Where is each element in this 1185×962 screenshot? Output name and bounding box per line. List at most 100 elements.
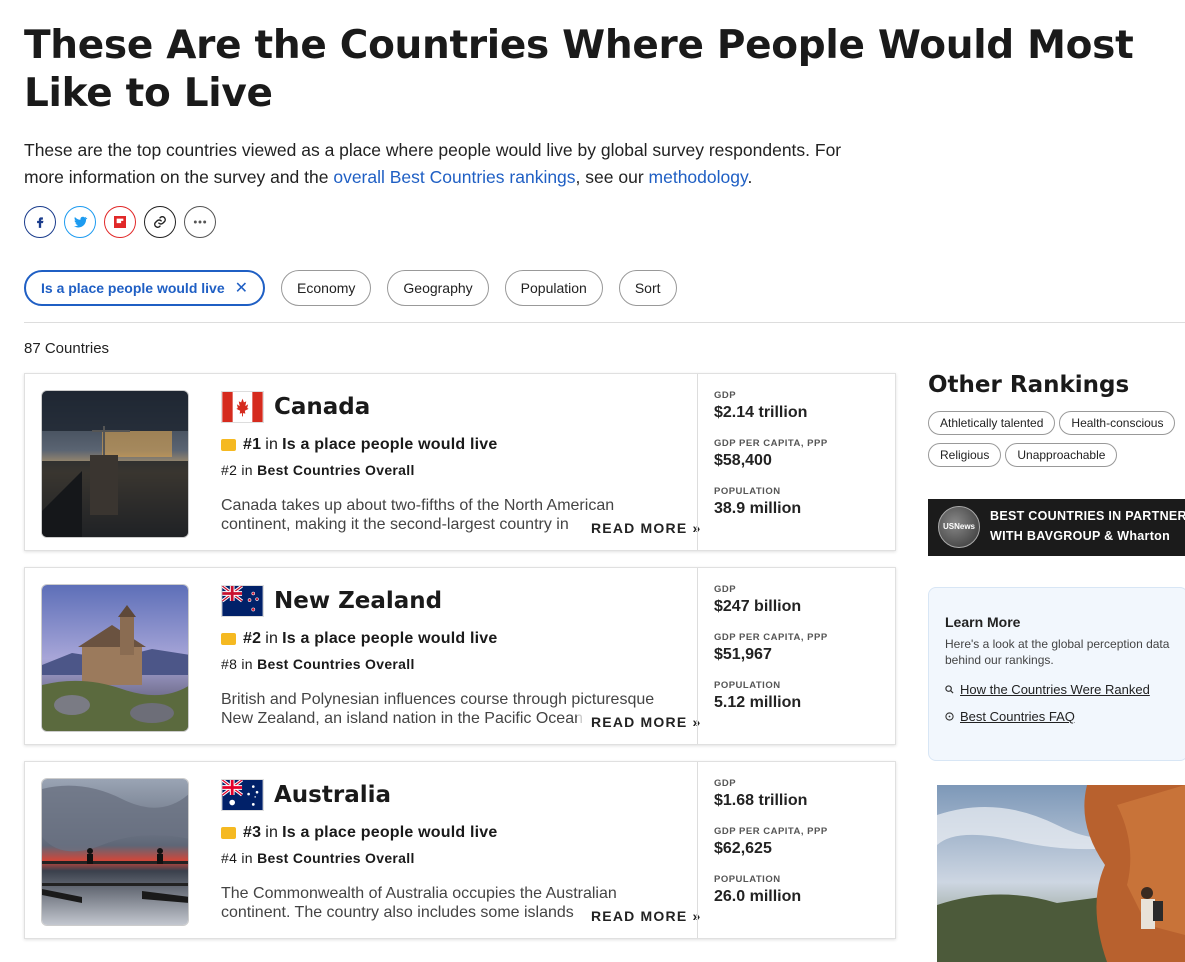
country-photo[interactable]	[41, 390, 189, 538]
faq-link[interactable]: Best Countries FAQ	[945, 709, 1171, 724]
overall-rank-number: #8	[221, 656, 238, 672]
banner-line-1: BEST COUNTRIES IN PARTNERSHIP	[990, 509, 1185, 523]
filter-bar: Is a place people would live ✕ Economy Ge…	[24, 270, 677, 306]
gdp-per-capita-label: GDP PER CAPITA, PPP	[714, 632, 828, 643]
divider	[24, 322, 1185, 323]
learn-more-title: Learn More	[945, 614, 1021, 630]
other-rankings-list: Athletically talented Health-conscious R…	[928, 411, 1185, 467]
country-stats: GDP $247 billion GDP PER CAPITA, PPP $51…	[697, 568, 896, 744]
rank-number: #3	[243, 824, 262, 841]
country-card: Canada #1 in Is a place people would liv…	[24, 373, 896, 551]
facebook-share-button[interactable]	[24, 206, 56, 238]
population-label: POPULATION	[714, 680, 781, 691]
overall-rank-label: Best Countries Overall	[257, 850, 415, 866]
help-icon	[945, 712, 954, 721]
overall-rank: #4 in Best Countries Overall	[221, 850, 691, 866]
filter-population[interactable]: Population	[504, 270, 603, 306]
more-share-button[interactable]	[184, 206, 216, 238]
overall-rankings-link[interactable]: overall Best Countries rankings	[333, 167, 575, 187]
filter-geography[interactable]: Geography	[387, 270, 489, 306]
australia-flag-icon	[221, 779, 264, 811]
country-name[interactable]: Canada	[274, 394, 370, 420]
intro-end-text: .	[747, 166, 753, 187]
gdp-value: $1.68 trillion	[714, 792, 808, 809]
gdp-per-capita-value: $62,625	[714, 840, 772, 857]
country-info: New Zealand #2 in Is a place people woul…	[221, 584, 691, 728]
gdp-per-capita-label: GDP PER CAPITA, PPP	[714, 826, 828, 837]
country-photo[interactable]	[41, 778, 189, 926]
ranking-chip[interactable]: Unapproachable	[1005, 443, 1118, 467]
search-icon	[945, 685, 954, 694]
rank-category: Is a place people would live	[282, 824, 498, 841]
population-label: POPULATION	[714, 874, 781, 885]
country-stats: GDP $2.14 trillion GDP PER CAPITA, PPP $…	[697, 374, 896, 550]
country-name[interactable]: Australia	[274, 782, 391, 808]
population-value: 38.9 million	[714, 500, 802, 517]
country-name[interactable]: New Zealand	[274, 588, 442, 614]
learn-more-description: Here's a look at the global perception d…	[945, 637, 1170, 667]
filter-economy[interactable]: Economy	[281, 270, 372, 306]
gdp-label: GDP	[714, 778, 737, 789]
country-info: Canada #1 in Is a place people would liv…	[221, 390, 691, 534]
category-rank: #3 in Is a place people would live	[221, 824, 691, 842]
how-ranked-link[interactable]: How the Countries Were Ranked	[945, 682, 1171, 697]
sort-button[interactable]: Sort	[618, 270, 677, 306]
read-more-link[interactable]: READ MORE »	[577, 908, 702, 924]
twitter-share-button[interactable]	[64, 206, 96, 238]
rank-in: in	[265, 630, 279, 647]
population-value: 5.12 million	[714, 694, 802, 711]
rank-badge-icon	[221, 439, 236, 451]
intro-mid-text: , see our	[575, 166, 649, 187]
population-label: POPULATION	[714, 486, 781, 497]
faq-link-text[interactable]: Best Countries FAQ	[960, 709, 1075, 724]
methodology-link[interactable]: methodology	[649, 167, 748, 187]
rank-in: in	[265, 436, 279, 453]
overall-rank-in: in	[241, 656, 253, 672]
overall-rank-in: in	[241, 462, 253, 478]
rank-in: in	[265, 824, 279, 841]
ranking-chip[interactable]: Athletically talented	[928, 411, 1056, 435]
twitter-icon	[74, 216, 88, 228]
flipboard-share-button[interactable]	[104, 206, 136, 238]
close-icon[interactable]: ✕	[235, 278, 248, 298]
gdp-per-capita-value: $51,967	[714, 646, 772, 663]
gdp-per-capita-label: GDP PER CAPITA, PPP	[714, 438, 828, 449]
rank-number: #1	[243, 436, 262, 453]
read-more-link[interactable]: READ MORE »	[577, 520, 702, 536]
overall-rank-label: Best Countries Overall	[257, 462, 415, 478]
overall-rank-in: in	[241, 850, 253, 866]
active-filter-label: Is a place people would live	[41, 280, 225, 296]
learn-more-box: Learn More Here's a look at the global p…	[928, 587, 1185, 761]
new-zealand-flag-icon	[221, 585, 264, 617]
usnews-logo-text: USNews	[942, 522, 975, 531]
copy-link-button[interactable]	[144, 206, 176, 238]
country-card: New Zealand #2 in Is a place people woul…	[24, 567, 896, 745]
overall-rank-label: Best Countries Overall	[257, 656, 415, 672]
gdp-value: $2.14 trillion	[714, 404, 808, 421]
other-rankings-title: Other Rankings	[928, 372, 1130, 398]
category-rank: #1 in Is a place people would live	[221, 436, 691, 454]
facebook-icon	[37, 217, 44, 228]
partnership-banner[interactable]: USNews BEST COUNTRIES IN PARTNERSHIP WIT…	[928, 499, 1185, 556]
rank-category: Is a place people would live	[282, 436, 498, 453]
link-icon	[154, 216, 166, 228]
more-icon	[193, 220, 207, 224]
flipboard-icon	[114, 216, 126, 228]
gdp-label: GDP	[714, 584, 737, 595]
canada-flag-icon	[221, 391, 264, 423]
country-stats: GDP $1.68 trillion GDP PER CAPITA, PPP $…	[697, 762, 896, 938]
gdp-value: $247 billion	[714, 598, 802, 615]
how-ranked-link-text[interactable]: How the Countries Were Ranked	[960, 682, 1150, 697]
overall-rank: #8 in Best Countries Overall	[221, 656, 691, 672]
rank-badge-icon	[221, 827, 236, 839]
sidebar-ad-photo[interactable]	[937, 785, 1185, 962]
overall-rank-number: #2	[221, 462, 238, 478]
ranking-chip[interactable]: Religious	[928, 443, 1002, 467]
rank-number: #2	[243, 630, 262, 647]
active-filter-chip[interactable]: Is a place people would live ✕	[24, 270, 266, 306]
ranking-chip[interactable]: Health-conscious	[1059, 411, 1176, 435]
country-card: Australia #3 in Is a place people would …	[24, 761, 896, 939]
read-more-link[interactable]: READ MORE »	[577, 714, 702, 730]
country-photo[interactable]	[41, 584, 189, 732]
rank-badge-icon	[221, 633, 236, 645]
